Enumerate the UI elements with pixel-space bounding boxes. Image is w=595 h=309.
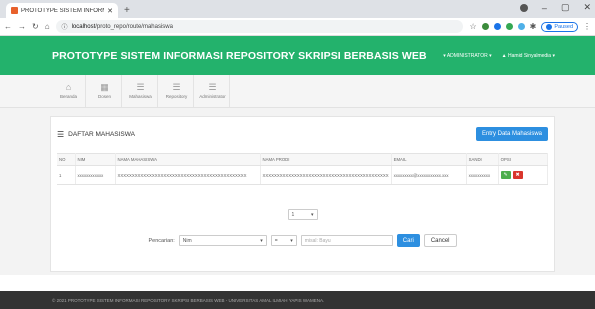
maximize-icon[interactable]: ▢ — [561, 2, 570, 13]
profile-button[interactable]: Paused — [541, 21, 578, 32]
chevron-down-icon: ▾ — [260, 237, 263, 244]
forward-icon[interactable]: → — [18, 22, 26, 31]
url-path: /proto_repo/route/mahasiswa — [95, 23, 173, 30]
extension-icon[interactable] — [505, 23, 513, 30]
search-row: Pencarian: Nim ▾ = ▾ misal: Bayu Cari Ca… — [57, 234, 548, 247]
column-header: SANDI — [466, 153, 499, 166]
table-header-row: NO NIM NAMA MAHASISWA NAMA PRODI EMAIL S… — [57, 153, 549, 166]
panel-title: ☰ DAFTAR MAHASISWA — [57, 129, 135, 139]
chevron-down-icon: ▾ — [290, 237, 293, 244]
home-icon[interactable]: ⌂ — [45, 22, 50, 31]
student-table: NO NIM NAMA MAHASISWA NAMA PRODI EMAIL S… — [57, 153, 549, 185]
nav-item-repository[interactable]: ☰ Repository — [160, 75, 194, 107]
spacer — [0, 275, 595, 291]
address-bar[interactable]: ⓘ localhost/proto_repo/route/mahasiswa — [55, 20, 464, 33]
back-icon[interactable]: ← — [4, 22, 12, 31]
calendar-icon: ▦ — [100, 82, 109, 92]
tab-title: PROTOTYPE SISTEM INFORMASI — [21, 7, 104, 14]
page-select[interactable]: 1 ▾ — [287, 209, 318, 220]
column-header: EMAIL — [391, 153, 467, 166]
cancel-button[interactable]: Cancel — [423, 234, 457, 247]
search-input[interactable]: misal: Bayu — [300, 235, 393, 246]
browser-tab[interactable]: PROTOTYPE SISTEM INFORMASI ✕ — [6, 3, 118, 18]
nav-item-beranda[interactable]: ⌂ Beranda — [52, 75, 86, 107]
info-icon[interactable]: ⓘ — [62, 22, 68, 31]
reload-icon[interactable]: ↻ — [32, 22, 39, 31]
list-icon: ☰ — [136, 82, 145, 92]
footer: © 2021 PROTOTYPE SISTEM INFORMASI REPOSI… — [0, 291, 595, 309]
cell-prodi: XXXXXXXXXXXXXXXXXXXXXXXXXXXXXXXXXXXXXXXX… — [260, 165, 392, 185]
cell-no: 1 — [57, 165, 76, 185]
main-nav: ⌂ Beranda ▦ Dosen ☰ Mahasiswa ☰ Reposito… — [0, 75, 595, 108]
nav-item-dosen[interactable]: ▦ Dosen — [88, 75, 122, 107]
window-controls: – ▢ ✕ — [519, 2, 591, 13]
search-label: Pencarian: — [148, 237, 175, 244]
search-field-select[interactable]: Nim ▾ — [178, 235, 267, 246]
column-header: OPSI — [498, 153, 549, 166]
entry-student-button[interactable]: Entry Data Mahasiswa — [475, 127, 548, 141]
column-header: NO — [57, 153, 76, 166]
favicon-icon — [11, 7, 18, 14]
star-icon[interactable]: ☆ — [469, 22, 476, 31]
url-host: localhost — [71, 23, 96, 30]
menu-icon[interactable]: ⋮ — [583, 22, 591, 31]
list-icon: ☰ — [57, 129, 65, 139]
panel-header: ☰ DAFTAR MAHASISWA Entry Data Mahasiswa — [57, 125, 548, 143]
user-menu[interactable]: ▲ Hamid Sinyalmedia ▾ — [502, 53, 555, 59]
close-tab-icon[interactable]: ✕ — [107, 7, 113, 15]
record-icon[interactable] — [519, 3, 528, 12]
home-icon: ⌂ — [65, 82, 72, 92]
edit-icon[interactable]: ✎ — [500, 171, 511, 179]
column-header: NAMA PRODI — [260, 153, 392, 166]
role-menu[interactable]: ▾ ADMINISTRATOR ▾ — [443, 53, 491, 59]
nav-item-administrator[interactable]: ☰ Administrator — [196, 75, 230, 107]
browser-toolbar: ← → ↻ ⌂ ⓘ localhost/proto_repo/route/mah… — [0, 18, 595, 36]
avatar — [546, 23, 553, 30]
footer-text: © 2021 PROTOTYPE SISTEM INFORMASI REPOSI… — [52, 297, 325, 303]
delete-icon[interactable]: ✖ — [512, 171, 523, 179]
cell-email: xxxxxxxxx@xxxxxxxxxxx.xxx — [391, 165, 467, 185]
student-panel: ☰ DAFTAR MAHASISWA Entry Data Mahasiswa … — [50, 116, 555, 272]
search-operator-select[interactable]: = ▾ — [270, 235, 297, 246]
column-header: NAMA MAHASISWA — [115, 153, 261, 166]
cell-options: ✎ ✖ — [498, 165, 549, 185]
extension-icon[interactable] — [517, 23, 525, 30]
list-icon: ☰ — [172, 82, 181, 92]
browser-tabbar: PROTOTYPE SISTEM INFORMASI ✕ + – ▢ ✕ — [0, 0, 595, 18]
puzzle-icon[interactable]: ✱ — [530, 22, 537, 31]
new-tab-icon[interactable]: + — [124, 5, 130, 16]
extension-icon[interactable] — [493, 23, 501, 30]
search-button[interactable]: Cari — [396, 234, 420, 247]
close-window-icon[interactable]: ✕ — [583, 2, 591, 13]
column-header: NIM — [75, 153, 116, 166]
pagination: 1 ▾ — [57, 209, 548, 220]
cell-password: xxxxxxxxxx — [466, 165, 499, 185]
list-icon: ☰ — [208, 82, 217, 92]
extensions: ☆ ✱ Paused ⋮ — [469, 21, 591, 32]
app-header: PROTOTYPE SISTEM INFORMASI REPOSITORY SK… — [0, 36, 595, 75]
chevron-down-icon: ▾ — [310, 211, 314, 218]
table-row: 1 xxxxxxxxxxxx XXXXXXXXXXXXXXXXXXXXXXXXX… — [57, 165, 549, 185]
cell-nim: xxxxxxxxxxxx — [75, 165, 116, 185]
nav-item-mahasiswa[interactable]: ☰ Mahasiswa — [124, 75, 158, 107]
app-title: PROTOTYPE SISTEM INFORMASI REPOSITORY SK… — [52, 49, 427, 62]
main-content: ☰ DAFTAR MAHASISWA Entry Data Mahasiswa … — [0, 108, 595, 275]
user-nav: ▾ ADMINISTRATOR ▾ ▲ Hamid Sinyalmedia ▾ — [443, 53, 555, 59]
cell-name: XXXXXXXXXXXXXXXXXXXXXXXXXXXXXXXXXXXXXXXX… — [115, 165, 261, 185]
minimize-icon[interactable]: – — [542, 3, 547, 13]
extension-icon[interactable] — [481, 23, 489, 30]
